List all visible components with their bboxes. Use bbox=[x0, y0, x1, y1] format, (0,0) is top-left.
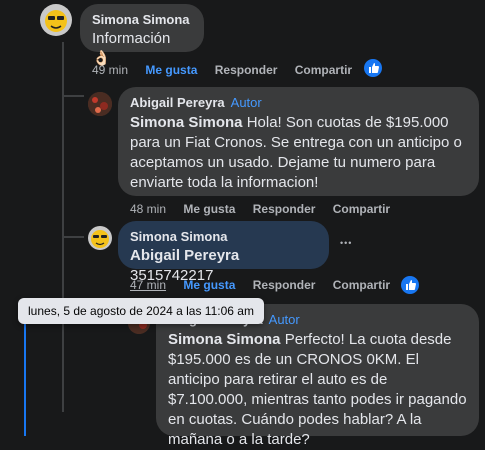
reply-bubble: Abigail Pereyra Autor Simona Simona Hola!… bbox=[118, 87, 479, 196]
reply-actions: 48 min Me gusta Responder Compartir bbox=[130, 202, 404, 216]
reply-button[interactable]: Responder bbox=[253, 202, 316, 216]
thread-connector bbox=[62, 236, 84, 238]
thread-connector bbox=[62, 95, 84, 97]
reply-bubble-highlighted: Simona Simona Abigail Pereyra 3515742217 bbox=[118, 221, 329, 284]
reply-author[interactable]: Simona Simona bbox=[130, 229, 317, 244]
reply-time[interactable]: 47 min bbox=[130, 278, 166, 292]
reply-author[interactable]: Abigail Pereyra bbox=[130, 95, 225, 110]
more-options-icon[interactable]: ••• bbox=[340, 238, 352, 248]
like-button[interactable]: Me gusta bbox=[183, 202, 235, 216]
thread-line bbox=[62, 42, 64, 412]
mention-link[interactable]: Simona Simona bbox=[168, 331, 281, 348]
comment-time[interactable]: 49 min bbox=[92, 63, 128, 77]
mention-link[interactable]: Simona Simona bbox=[130, 114, 243, 131]
reply-text: Simona Simona Hola! Son cuotas de $195.0… bbox=[130, 113, 467, 193]
thumbs-up-icon bbox=[369, 63, 379, 73]
share-button[interactable]: Compartir bbox=[295, 63, 352, 77]
timestamp-tooltip: lunes, 5 de agosto de 2024 a las 11:06 a… bbox=[18, 298, 264, 324]
reply-button[interactable]: Responder bbox=[253, 278, 316, 292]
like-reaction-badge[interactable] bbox=[364, 59, 382, 77]
avatar-emoji-icon bbox=[45, 10, 67, 32]
focus-line bbox=[24, 318, 26, 436]
author-badge: Autor bbox=[268, 312, 300, 327]
comment-author[interactable]: Simona Simona bbox=[92, 12, 192, 27]
mention-link[interactable]: Abigail Pereyra bbox=[130, 247, 239, 264]
share-button[interactable]: Compartir bbox=[333, 202, 390, 216]
thumbs-up-icon bbox=[406, 280, 416, 290]
avatar-photo-icon bbox=[88, 92, 112, 116]
reply-actions: 47 min Me gusta Responder Compartir bbox=[130, 278, 404, 292]
like-button[interactable]: Me gusta bbox=[183, 278, 235, 292]
comment-actions: 49 min Me gusta Responder Compartir bbox=[92, 63, 366, 77]
like-button[interactable]: Me gusta bbox=[145, 63, 197, 77]
avatar[interactable] bbox=[88, 92, 112, 116]
avatar[interactable] bbox=[40, 4, 72, 36]
avatar-emoji-icon bbox=[91, 230, 109, 248]
reply-body: Perfecto! La cuota desde $195.000 es de … bbox=[168, 331, 467, 448]
author-badge: Autor bbox=[230, 95, 262, 110]
like-reaction-badge[interactable] bbox=[401, 276, 419, 294]
comment-bubble: Simona Simona Información 👌🏻 bbox=[80, 4, 204, 67]
reply-time[interactable]: 48 min bbox=[130, 202, 166, 216]
avatar[interactable] bbox=[88, 226, 112, 250]
reply-button[interactable]: Responder bbox=[215, 63, 278, 77]
reply-text: Simona Simona Perfecto! La cuota desde $… bbox=[168, 330, 467, 450]
share-button[interactable]: Compartir bbox=[333, 278, 390, 292]
